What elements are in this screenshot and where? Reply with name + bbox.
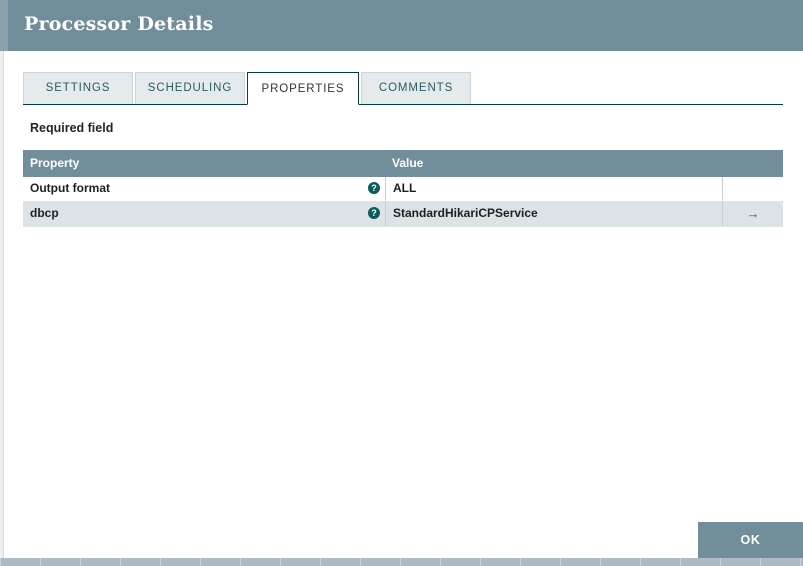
table-row[interactable]: Output format ? ALL [23, 177, 783, 202]
page-title: Processor Details [24, 13, 214, 35]
go-to-cell: → [722, 202, 783, 226]
required-field-label: Required field [30, 121, 114, 135]
titlebar-left-edge [0, 0, 8, 51]
tab-comments[interactable]: COMMENTS [361, 72, 471, 104]
properties-table: Property Value Output format ? ALL dbcp … [23, 150, 783, 227]
tab-underline [23, 104, 783, 105]
tab-scheduling[interactable]: SCHEDULING [135, 72, 245, 104]
dialog-left-edge [0, 51, 4, 558]
dialog-bottom-edge [0, 558, 803, 566]
column-header-go-spacer [722, 150, 783, 177]
tab-settings[interactable]: SETTINGS [23, 72, 133, 104]
tab-properties[interactable]: PROPERTIES [247, 72, 359, 105]
column-header-help-spacer [363, 150, 385, 177]
help-cell: ? [363, 202, 385, 226]
help-cell: ? [363, 177, 385, 201]
help-icon[interactable]: ? [368, 206, 380, 219]
property-name: Output format [30, 181, 110, 195]
table-header-row: Property Value [23, 150, 783, 177]
ok-button[interactable]: OK [698, 522, 803, 558]
dialog-titlebar: Processor Details [0, 0, 803, 51]
tab-strip: SETTINGS SCHEDULING PROPERTIES COMMENTS [23, 72, 783, 105]
property-value[interactable]: StandardHikariCPService [385, 202, 722, 226]
column-header-property: Property [30, 156, 80, 170]
property-name: dbcp [30, 206, 59, 220]
help-icon[interactable]: ? [368, 181, 380, 194]
property-value[interactable]: ALL [385, 177, 722, 201]
column-header-value: Value [392, 156, 424, 170]
table-row[interactable]: dbcp ? StandardHikariCPService → [23, 202, 783, 227]
go-to-cell [722, 177, 783, 201]
go-to-service-arrow-icon[interactable]: → [747, 202, 760, 225]
processor-details-dialog: Processor Details SETTINGS SCHEDULING PR… [0, 0, 803, 566]
